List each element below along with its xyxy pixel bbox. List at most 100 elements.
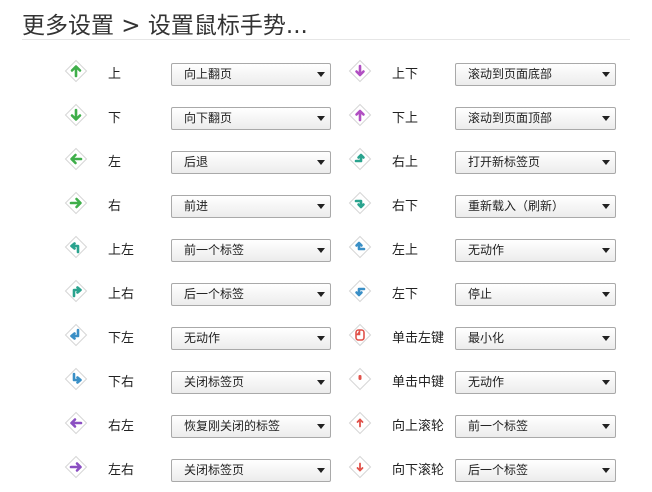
gesture-action-select[interactable]: 滚动到页面顶部: [455, 107, 616, 130]
dropdown-arrow-icon: [317, 204, 325, 209]
gesture-label: 上下: [392, 67, 419, 82]
gesture-action-select[interactable]: 打开新标签页: [455, 151, 616, 174]
arrow-right-icon: [64, 191, 88, 215]
dropdown-arrow-icon: [602, 116, 610, 121]
gesture-action-select[interactable]: 向下翻页: [171, 107, 331, 130]
gesture-action-select[interactable]: 停止: [455, 283, 616, 306]
arrow-right-up-icon: [348, 147, 372, 171]
gesture-action-select[interactable]: 滚动到页面底部: [455, 63, 616, 86]
gesture-action-select[interactable]: 重新载入（刷新）: [455, 195, 616, 218]
gesture-action-select[interactable]: 关闭标签页: [171, 459, 331, 482]
gesture-action-value: 前一个标签: [468, 419, 529, 433]
gesture-action-select[interactable]: 关闭标签页: [171, 371, 331, 394]
gesture-action-select[interactable]: 后一个标签: [171, 283, 331, 306]
arrow-left-up-icon: [348, 235, 372, 259]
gesture-action-value: 重新载入（刷新）: [468, 199, 565, 213]
wheel-up-icon: [348, 411, 372, 435]
gesture-label: 上左: [108, 243, 135, 258]
gesture-action-select[interactable]: 最小化: [455, 327, 616, 350]
gesture-label: 向下滚轮: [392, 463, 445, 478]
gesture-label: 下右: [108, 375, 135, 390]
gesture-label: 左右: [108, 463, 135, 478]
dropdown-arrow-icon: [317, 468, 325, 473]
gesture-label: 向上滚轮: [392, 419, 445, 434]
arrow-left-right-icon: [64, 455, 88, 479]
gesture-action-select[interactable]: 后一个标签: [455, 459, 616, 482]
gesture-action-value: 无动作: [184, 331, 221, 345]
gesture-label: 右下: [392, 199, 419, 214]
dropdown-arrow-icon: [602, 160, 610, 165]
gesture-label: 左上: [392, 243, 419, 258]
dropdown-arrow-icon: [602, 292, 610, 297]
dropdown-arrow-icon: [602, 380, 610, 385]
gesture-action-select[interactable]: 前一个标签: [171, 239, 331, 262]
gesture-label: 上: [108, 67, 122, 82]
arrow-up-down-icon: [348, 59, 372, 83]
gesture-action-value: 最小化: [468, 331, 505, 345]
gesture-action-value: 打开新标签页: [468, 155, 541, 169]
gesture-action-value: 后退: [184, 155, 209, 169]
gesture-label: 上右: [108, 287, 135, 302]
mouse-left-click-icon: [348, 323, 372, 347]
gesture-action-value: 向下翻页: [184, 111, 233, 125]
gesture-action-value: 无动作: [468, 375, 505, 389]
arrow-down-right-icon: [64, 367, 88, 391]
gesture-label: 右: [108, 199, 122, 214]
gesture-label: 左: [108, 155, 122, 170]
gesture-action-select[interactable]: 向上翻页: [171, 63, 331, 86]
gesture-action-value: 前一个标签: [184, 243, 245, 257]
gesture-action-value: 前进: [184, 199, 209, 213]
gesture-action-value: 无动作: [468, 243, 505, 257]
gesture-action-select[interactable]: 前进: [171, 195, 331, 218]
gesture-action-value: 关闭标签页: [184, 463, 245, 477]
gesture-action-select[interactable]: 无动作: [455, 371, 616, 394]
gesture-action-value: 停止: [468, 287, 493, 301]
dropdown-arrow-icon: [602, 424, 610, 429]
page-title: 更多设置 > 设置鼠标手势...: [22, 13, 308, 39]
dropdown-arrow-icon: [602, 204, 610, 209]
arrow-right-left-icon: [64, 411, 88, 435]
gesture-label: 下上: [392, 111, 419, 126]
dropdown-arrow-icon: [602, 72, 610, 77]
gesture-action-value: 恢复刚关闭的标签: [184, 419, 281, 433]
dropdown-arrow-icon: [317, 116, 325, 121]
dropdown-arrow-icon: [602, 336, 610, 341]
gesture-label: 右左: [108, 419, 135, 434]
arrow-down-icon: [64, 103, 88, 127]
arrow-up-left-icon: [64, 235, 88, 259]
dropdown-arrow-icon: [317, 380, 325, 385]
dropdown-arrow-icon: [602, 248, 610, 253]
gesture-action-select[interactable]: 恢复刚关闭的标签: [171, 415, 331, 438]
gesture-action-value: 后一个标签: [468, 463, 529, 477]
title-divider: [22, 39, 630, 40]
gesture-label: 左下: [392, 287, 419, 302]
dropdown-arrow-icon: [317, 336, 325, 341]
gesture-action-value: 关闭标签页: [184, 375, 245, 389]
mouse-middle-click-icon: [348, 367, 372, 391]
gesture-action-value: 滚动到页面顶部: [468, 111, 553, 125]
dropdown-arrow-icon: [317, 292, 325, 297]
gesture-action-value: 滚动到页面底部: [468, 67, 553, 81]
arrow-left-down-icon: [348, 279, 372, 303]
gesture-label: 下: [108, 111, 122, 126]
gesture-label: 单击左键: [392, 331, 445, 346]
gesture-settings-page: 更多设置 > 设置鼠标手势... 上向上翻页下向下翻页左后退右前进 上左 前一个标签…: [0, 0, 652, 484]
arrow-down-left-icon: [64, 323, 88, 347]
gesture-label: 下左: [108, 331, 135, 346]
gesture-label: 右上: [392, 155, 419, 170]
gesture-action-select[interactable]: 无动作: [171, 327, 331, 350]
gesture-action-select[interactable]: 前一个标签: [455, 415, 616, 438]
gesture-action-value: 向上翻页: [184, 67, 233, 81]
gesture-action-value: 后一个标签: [184, 287, 245, 301]
arrow-right-down-icon: [348, 191, 372, 215]
dropdown-arrow-icon: [317, 160, 325, 165]
arrow-up-icon: [64, 59, 88, 83]
gesture-action-select[interactable]: 后退: [171, 151, 331, 174]
dropdown-arrow-icon: [602, 468, 610, 473]
dropdown-arrow-icon: [317, 424, 325, 429]
arrow-down-up-icon: [348, 103, 372, 127]
dropdown-arrow-icon: [317, 72, 325, 77]
wheel-down-icon: [348, 455, 372, 479]
gesture-action-select[interactable]: 无动作: [455, 239, 616, 262]
dropdown-arrow-icon: [317, 248, 325, 253]
